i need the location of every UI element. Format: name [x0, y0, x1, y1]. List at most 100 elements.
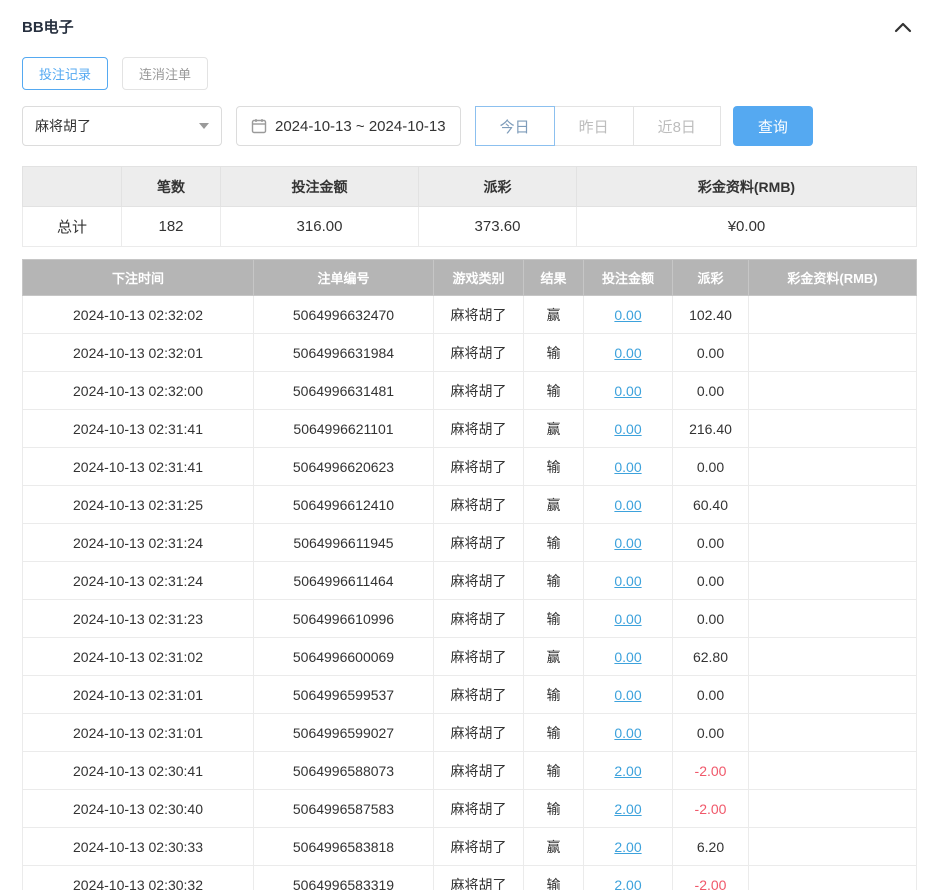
cell-order-id: 5064996600069 — [253, 637, 434, 676]
cell-payout: 0.00 — [672, 447, 749, 486]
cell-bonus — [748, 485, 917, 524]
table-row: 2024-10-13 02:31:02 5064996600069 麻将胡了赢 0.0… — [22, 637, 917, 676]
cell-order-id: 5064996611464 — [253, 561, 434, 600]
collapse-panel-button[interactable] — [890, 17, 916, 37]
cell-bonus — [748, 827, 917, 866]
cell-game-type: 麻将胡了 — [433, 371, 524, 410]
bet-amount-link[interactable]: 0.00 — [614, 573, 641, 589]
cell-bet-amount[interactable]: 2.00 — [583, 789, 673, 828]
cell-order-id: 5064996583818 — [253, 827, 434, 866]
game-type-select[interactable]: 麻将胡了 — [22, 106, 222, 146]
cell-game-type: 麻将胡了 — [433, 789, 524, 828]
bet-amount-link[interactable]: 2.00 — [614, 877, 641, 890]
cell-bet-time: 2024-10-13 02:31:23 — [22, 599, 254, 638]
cell-bet-amount[interactable]: 0.00 — [583, 371, 673, 410]
cell-bet-time: 2024-10-13 02:30:40 — [22, 789, 254, 828]
cell-bet-amount[interactable]: 0.00 — [583, 561, 673, 600]
cell-bet-amount[interactable]: 2.00 — [583, 827, 673, 866]
search-button[interactable]: 查询 — [732, 106, 813, 146]
cell-payout: 102.40 — [672, 295, 749, 334]
cell-bet-amount[interactable]: 0.00 — [583, 675, 673, 714]
cell-order-id: 5064996588073 — [253, 751, 434, 790]
cell-order-id: 5064996599537 — [253, 675, 434, 714]
cell-bonus — [748, 409, 917, 448]
cell-bonus — [748, 447, 917, 486]
bet-amount-link[interactable]: 0.00 — [614, 459, 641, 475]
cell-bonus — [748, 371, 917, 410]
quick-yesterday-button[interactable]: 昨日 — [553, 106, 634, 146]
bet-amount-link[interactable]: 0.00 — [614, 345, 641, 361]
cell-bet-amount[interactable]: 0.00 — [583, 637, 673, 676]
cell-payout: -2.00 — [672, 865, 749, 890]
cell-result: 输 — [523, 865, 584, 890]
table-row: 2024-10-13 02:30:41 5064996588073 麻将胡了输 2.0… — [22, 751, 917, 790]
cell-order-id: 5064996612410 — [253, 485, 434, 524]
cell-bet-amount[interactable]: 0.00 — [583, 485, 673, 524]
bet-amount-link[interactable]: 0.00 — [614, 421, 641, 437]
tab-cancelled-orders[interactable]: 连消注单 — [122, 57, 209, 90]
bet-amount-link[interactable]: 0.00 — [614, 383, 641, 399]
cell-game-type: 麻将胡了 — [433, 713, 524, 752]
bet-record-panel: BB电子 投注记录 连消注单 麻将胡了 2024-10-13 ~ 2024-10… — [0, 0, 927, 890]
cell-bet-time: 2024-10-13 02:32:02 — [22, 295, 254, 334]
cell-result: 赢 — [523, 485, 584, 524]
cell-bet-time: 2024-10-13 02:30:33 — [22, 827, 254, 866]
bet-amount-link[interactable]: 2.00 — [614, 801, 641, 817]
bet-amount-link[interactable]: 0.00 — [614, 535, 641, 551]
cell-bet-amount[interactable]: 0.00 — [583, 409, 673, 448]
header-bonus: 彩金资料(RMB) — [748, 259, 917, 296]
cell-bet-time: 2024-10-13 02:30:41 — [22, 751, 254, 790]
cell-bonus — [748, 865, 917, 890]
cell-payout: 0.00 — [672, 371, 749, 410]
table-row: 2024-10-13 02:30:33 5064996583818 麻将胡了赢 2.0… — [22, 827, 917, 866]
cell-order-id: 5064996621101 — [253, 409, 434, 448]
cell-bet-amount[interactable]: 0.00 — [583, 295, 673, 334]
bet-amount-link[interactable]: 0.00 — [614, 307, 641, 323]
cell-result: 赢 — [523, 295, 584, 334]
cell-bet-amount[interactable]: 2.00 — [583, 751, 673, 790]
bet-amount-link[interactable]: 0.00 — [614, 611, 641, 627]
cell-bet-amount[interactable]: 0.00 — [583, 447, 673, 486]
cell-bet-amount[interactable]: 2.00 — [583, 865, 673, 890]
table-row: 2024-10-13 02:30:40 5064996587583 麻将胡了输 2.0… — [22, 789, 917, 828]
cell-order-id: 5064996620623 — [253, 447, 434, 486]
cell-bet-time: 2024-10-13 02:31:01 — [22, 713, 254, 752]
date-range-picker[interactable]: 2024-10-13 ~ 2024-10-13 — [236, 106, 461, 146]
table-row: 2024-10-13 02:31:24 5064996611945 麻将胡了输 0.0… — [22, 523, 917, 562]
summary-total-count: 182 — [121, 206, 221, 247]
bet-amount-link[interactable]: 0.00 — [614, 497, 641, 513]
quick-last8days-button[interactable]: 近8日 — [632, 106, 721, 146]
table-row: 2024-10-13 02:32:02 5064996632470 麻将胡了赢 0.0… — [22, 295, 917, 334]
cell-game-type: 麻将胡了 — [433, 523, 524, 562]
cell-bonus — [748, 751, 917, 790]
cell-bet-time: 2024-10-13 02:32:01 — [22, 333, 254, 372]
cell-bonus — [748, 713, 917, 752]
cell-payout: 0.00 — [672, 675, 749, 714]
summary-header-bonus: 彩金资料(RMB) — [576, 166, 917, 207]
cell-bet-time: 2024-10-13 02:30:32 — [22, 865, 254, 890]
bet-amount-link[interactable]: 0.00 — [614, 649, 641, 665]
summary-header-bet-amount: 投注金额 — [220, 166, 419, 207]
header-bet-time: 下注时间 — [22, 259, 254, 296]
cell-order-id: 5064996611945 — [253, 523, 434, 562]
quick-today-button[interactable]: 今日 — [474, 106, 555, 146]
cell-result: 输 — [523, 713, 584, 752]
cell-bonus — [748, 637, 917, 676]
tab-bet-records[interactable]: 投注记录 — [22, 57, 109, 90]
cell-bet-amount[interactable]: 0.00 — [583, 333, 673, 372]
cell-bet-amount[interactable]: 0.00 — [583, 523, 673, 562]
bet-amount-link[interactable]: 0.00 — [614, 725, 641, 741]
cell-bet-amount[interactable]: 0.00 — [583, 713, 673, 752]
cell-bet-amount[interactable]: 0.00 — [583, 599, 673, 638]
cell-payout: 62.80 — [672, 637, 749, 676]
cell-game-type: 麻将胡了 — [433, 827, 524, 866]
cell-bet-time: 2024-10-13 02:32:00 — [22, 371, 254, 410]
bet-amount-link[interactable]: 2.00 — [614, 839, 641, 855]
calendar-icon — [251, 118, 267, 134]
table-row: 2024-10-13 02:31:24 5064996611464 麻将胡了输 0.0… — [22, 561, 917, 600]
bet-records-table: 下注时间 注单编号 游戏类别 结果 投注金额 派彩 彩金资料(RMB) 2024… — [22, 259, 917, 890]
cell-result: 输 — [523, 447, 584, 486]
bet-amount-link[interactable]: 2.00 — [614, 763, 641, 779]
bet-amount-link[interactable]: 0.00 — [614, 687, 641, 703]
cell-payout: 216.40 — [672, 409, 749, 448]
